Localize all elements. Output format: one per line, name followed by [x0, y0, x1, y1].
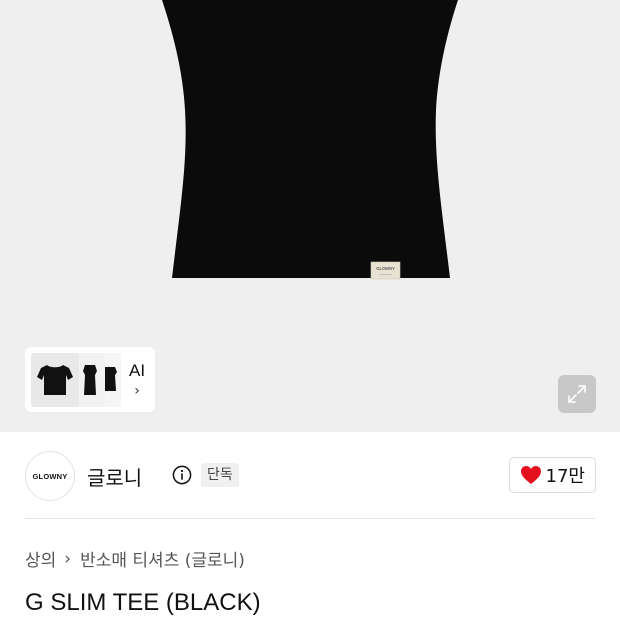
brand-row: GLOWNY 글로니 단독 17만 [25, 450, 596, 502]
breadcrumb: 상의 › 반소매 티셔츠 (글로니) [25, 546, 245, 572]
thumbnail-front [31, 352, 79, 407]
like-count: 17만 [545, 466, 585, 487]
expand-image-button[interactable] [558, 375, 596, 413]
brand-logo-text: GLOWNY [32, 471, 68, 481]
ai-label: AI [129, 360, 146, 380]
chevron-right-icon: › [64, 548, 72, 569]
tag-label: GLOWNY [376, 266, 395, 271]
ai-styling-card[interactable]: AI › [25, 347, 155, 412]
divider [25, 518, 596, 519]
expand-arrows-icon [568, 385, 586, 403]
exclusive-badge: 단독 [201, 463, 239, 487]
brand-logo[interactable]: GLOWNY [25, 451, 75, 501]
like-button[interactable]: 17만 [508, 457, 596, 493]
product-title: G SLIM TEE (BLACK) [25, 589, 261, 616]
info-icon[interactable] [172, 465, 192, 485]
breadcrumb-subcategory[interactable]: 반소매 티셔츠 (글로니) [80, 546, 245, 571]
thumbnail-side [75, 352, 105, 407]
product-image-area[interactable]: GLOWNY AI › [0, 0, 620, 432]
chevron-right-icon: › [134, 382, 140, 399]
heart-icon [520, 466, 541, 484]
ai-thumbnails [29, 350, 123, 410]
breadcrumb-category[interactable]: 상의 [25, 546, 56, 571]
brand-name[interactable]: 글로니 [87, 462, 142, 491]
